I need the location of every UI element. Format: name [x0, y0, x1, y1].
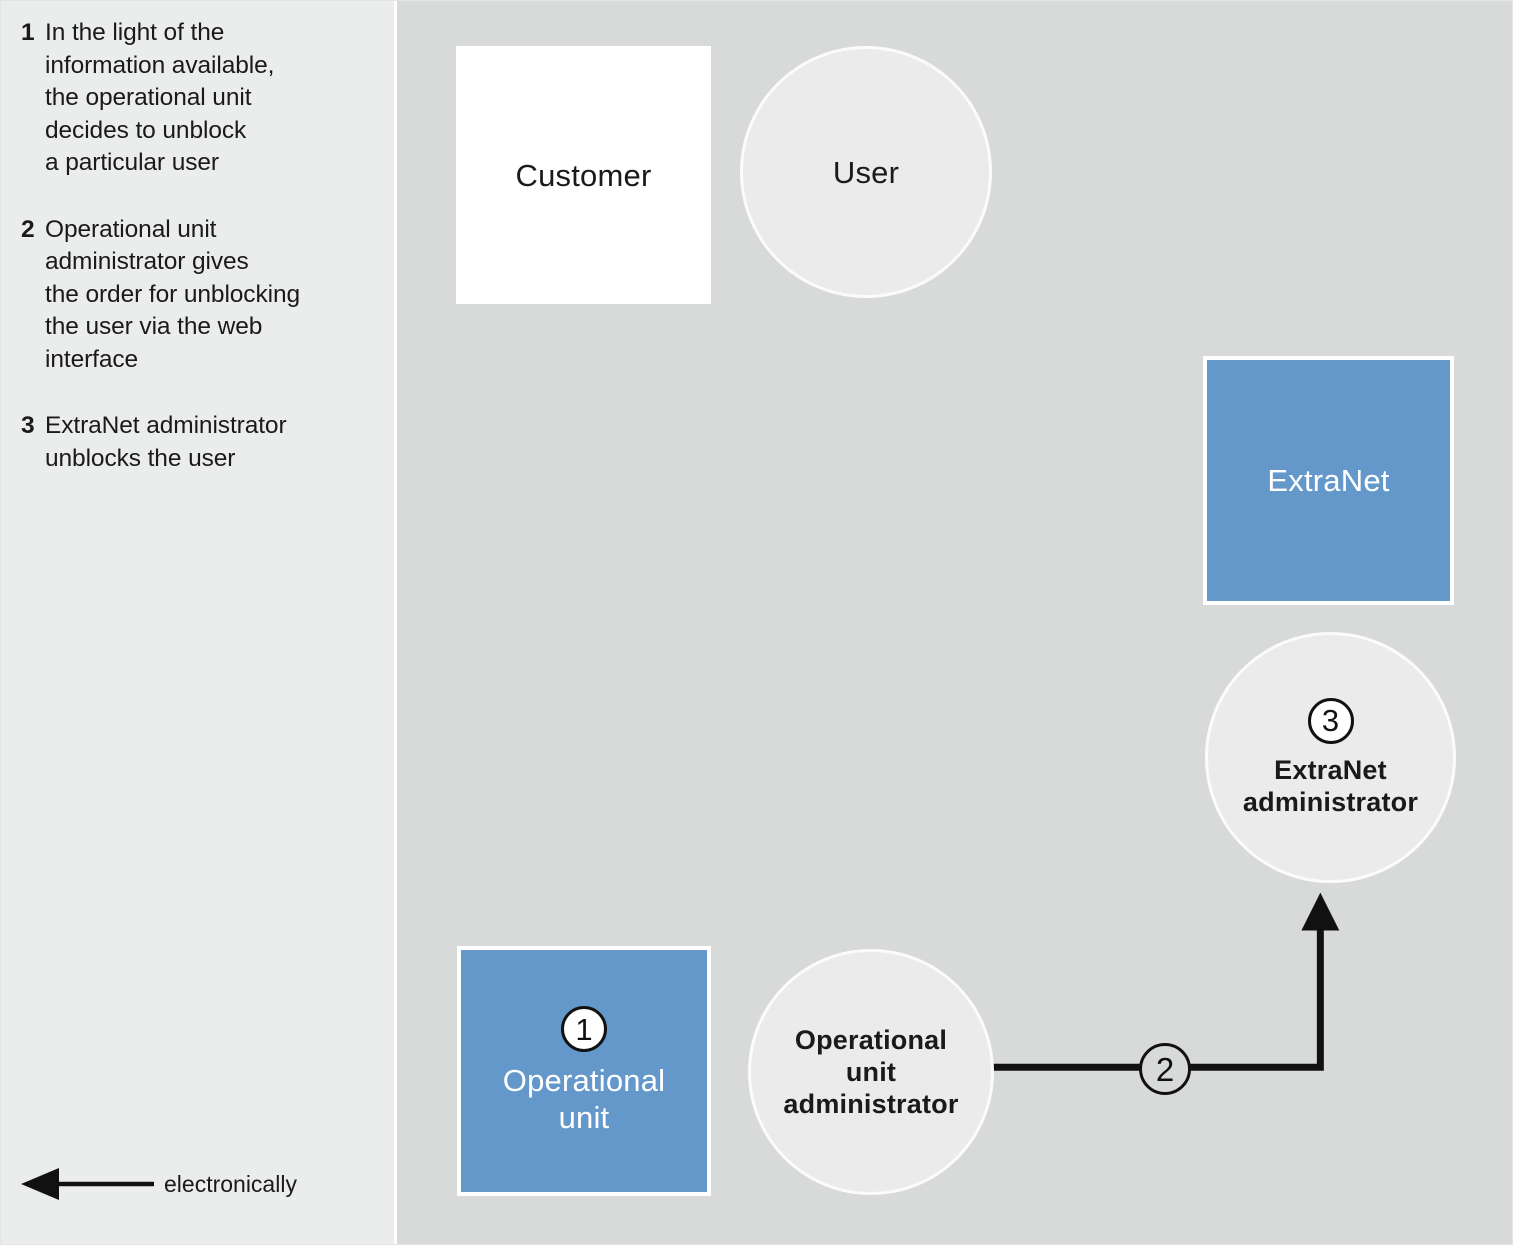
step-text: ExtraNet administrator unblocks the user	[45, 412, 287, 472]
step-number: 3	[21, 412, 35, 439]
legend-label: electronically	[164, 1171, 297, 1197]
node-label-customer: Customer	[515, 157, 652, 193]
node-operational-unit-administrator[interactable]: Operational unit administrator	[748, 949, 994, 1195]
step-number: 2	[21, 215, 35, 243]
list-item: 3 ExtraNet administrator unblocks the us…	[21, 410, 361, 475]
node-user[interactable]: User	[740, 46, 992, 298]
left-arrow-icon	[21, 1168, 154, 1200]
list-item: 2 Operational unit administrator gives t…	[21, 214, 361, 377]
step-list: 1 In the light of the information availa…	[21, 17, 361, 509]
node-extranet-administrator[interactable]: 3 ExtraNet administrator	[1205, 632, 1456, 883]
legend: electronically	[19, 1167, 297, 1201]
step-text: In the light of the information availabl…	[45, 19, 275, 176]
step-number: 1	[21, 19, 35, 46]
list-item: 1 In the light of the information availa…	[21, 17, 361, 180]
step-badge-1: 1	[561, 1006, 607, 1052]
step-badge-2: 2	[1139, 1043, 1191, 1095]
diagram-page: 1 In the light of the information availa…	[0, 0, 1513, 1245]
sidebar: 1 In the light of the information availa…	[1, 1, 397, 1244]
node-label-user: User	[832, 154, 900, 190]
node-label-operational-unit: Operational unit	[502, 1063, 666, 1135]
node-label-extranet: ExtraNet	[1267, 463, 1390, 498]
node-label-operational-unit-administrator: Operational unit administrator	[783, 1025, 959, 1119]
node-operational-unit[interactable]: 1 Operational unit	[457, 946, 711, 1196]
step-badge-3: 3	[1307, 697, 1354, 744]
node-customer[interactable]: Customer	[456, 46, 711, 304]
node-extranet[interactable]: ExtraNet	[1203, 356, 1454, 605]
step-text: Operational unit administrator gives the…	[45, 215, 301, 373]
diagram-canvas: Customer User ExtraNet 3 ExtraNet admini…	[400, 1, 1512, 1244]
node-label-extranet-administrator: ExtraNet administrator	[1242, 754, 1419, 817]
